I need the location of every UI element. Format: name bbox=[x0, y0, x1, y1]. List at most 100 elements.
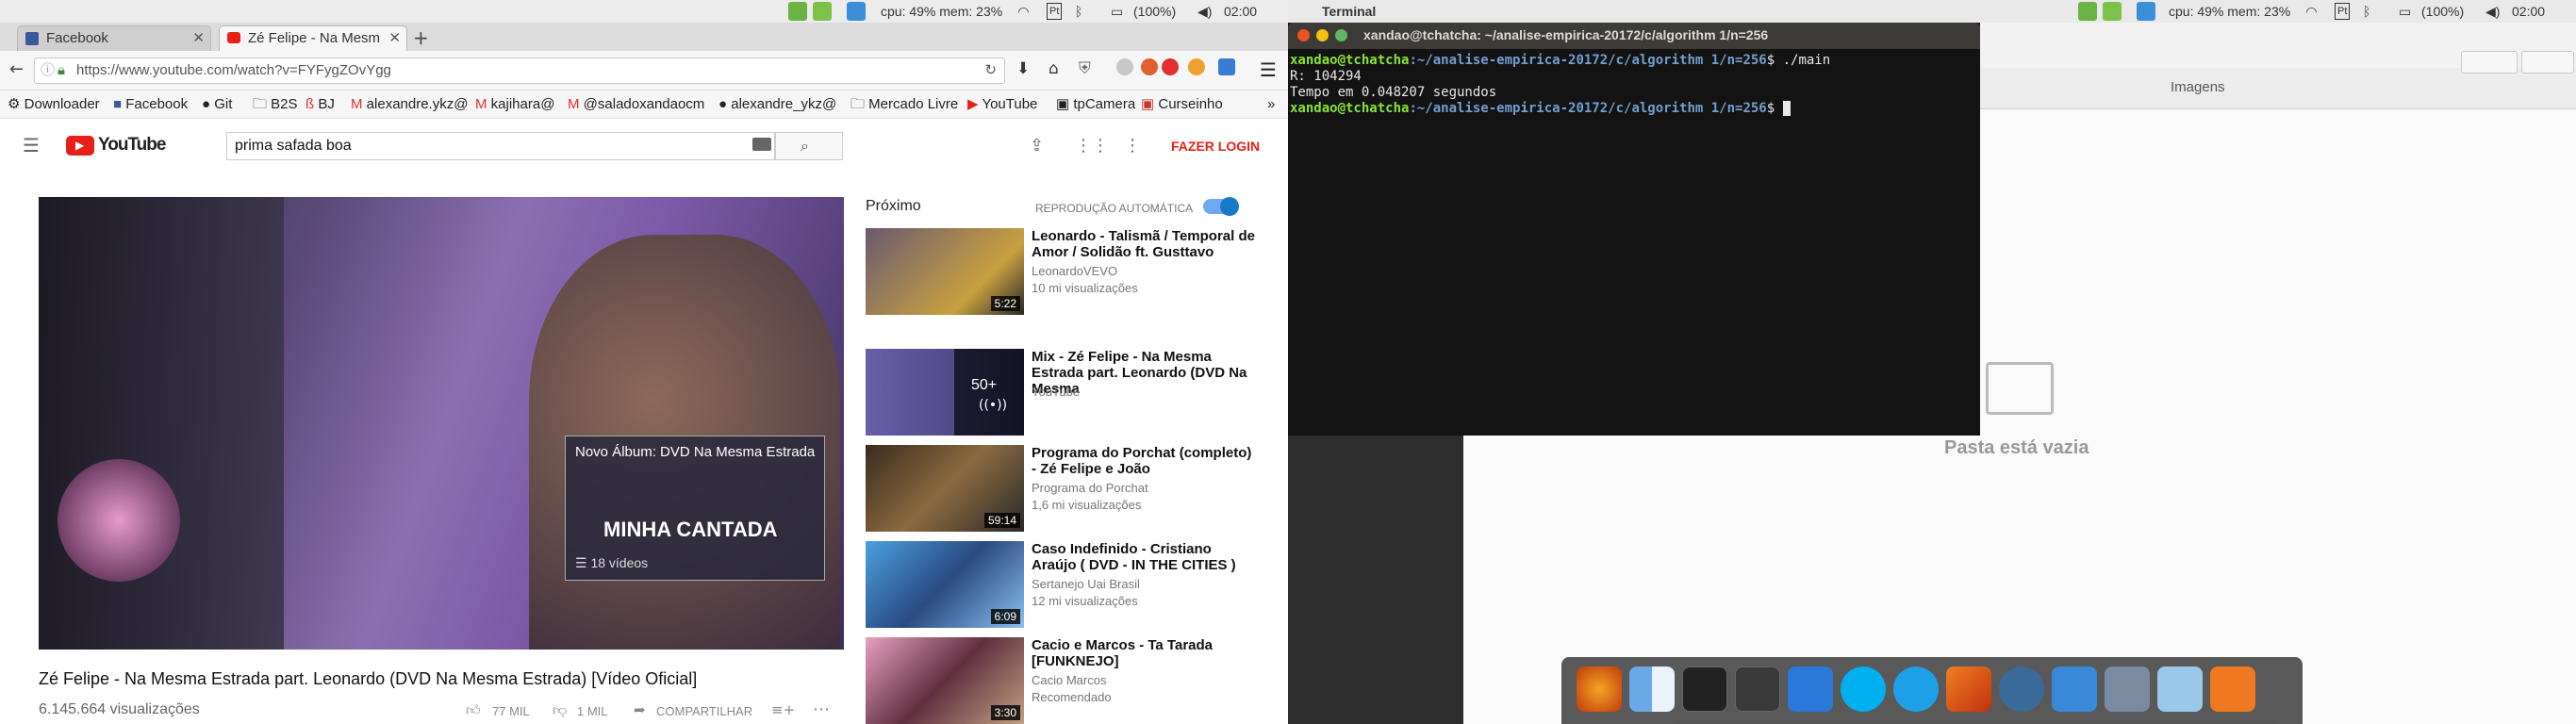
finder-icon[interactable] bbox=[1629, 666, 1675, 712]
dropbox-icon[interactable] bbox=[1788, 666, 1833, 712]
like-icon[interactable]: 👍︎ bbox=[466, 701, 481, 719]
info-icon[interactable]: ⓘ bbox=[41, 58, 55, 83]
keyboard-icon[interactable] bbox=[752, 138, 771, 151]
shield-icon[interactable]: ⛨ bbox=[1079, 59, 1091, 78]
video-thumbnail[interactable]: 50+ ((•)) bbox=[866, 349, 1024, 436]
search-button[interactable] bbox=[2461, 51, 2518, 74]
add-to-playlist-icon[interactable]: ≡+ bbox=[771, 701, 795, 718]
close-window-button[interactable] bbox=[1297, 29, 1310, 41]
extension-icon[interactable] bbox=[1188, 58, 1205, 75]
bluetooth-icon[interactable]: ᛒ bbox=[1075, 0, 1082, 23]
skype-icon[interactable] bbox=[1841, 666, 1886, 712]
indicator-icon[interactable] bbox=[788, 2, 807, 21]
apps-icon[interactable]: ⋮⋮ bbox=[1075, 136, 1109, 156]
firefox-icon[interactable] bbox=[1577, 666, 1622, 712]
search-button[interactable]: ⌕ bbox=[775, 132, 843, 160]
share-button[interactable]: COMPARTILHAR bbox=[656, 704, 752, 718]
bookmark-cursinho[interactable]: ▣ Curseinho bbox=[1141, 90, 1223, 119]
rec-title[interactable]: Programa do Porchat (completo) - Zé Feli… bbox=[1032, 445, 1258, 477]
tab-facebook[interactable]: Facebook ✕ bbox=[17, 25, 211, 51]
channel-watermark[interactable] bbox=[58, 459, 180, 582]
home-icon[interactable]: ⌂ bbox=[1049, 59, 1059, 78]
upload-icon[interactable]: ⇪ bbox=[1030, 136, 1044, 156]
recommendation-item[interactable]: 6:09 Caso Indefinido - Cristiano Araújo … bbox=[866, 541, 1262, 628]
playlist-endcard[interactable]: Novo Álbum: DVD Na Mesma Estrada MINHA C… bbox=[565, 436, 825, 581]
indicator-icon[interactable] bbox=[813, 2, 832, 21]
mysql-workbench-icon[interactable] bbox=[2052, 666, 2097, 712]
bookmark-bj[interactable]: ß BJ bbox=[305, 90, 335, 119]
recommendation-item[interactable]: 5:22 Leonardo - Talismã / Temporal de Am… bbox=[866, 228, 1262, 315]
bluetooth-icon[interactable]: ᛒ bbox=[2363, 0, 2370, 23]
battery-icon[interactable]: ▭ bbox=[1111, 0, 1123, 23]
clock[interactable]: 02:00 bbox=[1224, 0, 1257, 23]
bookmark-mercado[interactable]: 🗀 Mercado Livre bbox=[850, 90, 958, 119]
bookmark-tpcamera[interactable]: ▣ tpCamera bbox=[1056, 90, 1135, 119]
maximize-window-button[interactable] bbox=[1335, 29, 1347, 41]
volume-icon[interactable]: ◀) bbox=[1197, 0, 1212, 23]
video-thumbnail[interactable]: 5:22 bbox=[866, 228, 1024, 315]
video-thumbnail[interactable]: 59:14 bbox=[866, 445, 1024, 532]
battery-icon[interactable]: ▭ bbox=[2399, 0, 2411, 23]
bookmark-facebook[interactable]: ■ Facebook bbox=[113, 90, 188, 119]
wifi-icon[interactable]: ◜◝ bbox=[2306, 0, 2317, 23]
close-icon[interactable]: ✕ bbox=[388, 26, 401, 51]
indicator-icon[interactable] bbox=[2103, 2, 2122, 21]
indicator-icon[interactable] bbox=[847, 2, 866, 21]
image-viewer-icon[interactable] bbox=[2105, 666, 2150, 712]
search-input[interactable]: prima safada boa bbox=[226, 132, 775, 160]
bookmark-gmail[interactable]: M kajihara@ bbox=[475, 90, 554, 119]
menu-icon[interactable]: ☰ bbox=[23, 134, 40, 156]
bookmark-gmail[interactable]: M alexandre.ykz@ bbox=[351, 90, 468, 119]
bookmark-git[interactable]: ● Git bbox=[202, 90, 232, 119]
recommendation-item[interactable]: 59:14 Programa do Porchat (completo) - Z… bbox=[866, 445, 1262, 532]
autoplay-toggle[interactable] bbox=[1203, 197, 1239, 216]
keyboard-layout-icon[interactable]: Pt bbox=[2335, 3, 2351, 20]
download-icon[interactable]: ⬇ bbox=[1016, 59, 1030, 78]
network-icon[interactable] bbox=[2210, 666, 2255, 712]
bookmark-youtube[interactable]: ▶ YouTube bbox=[967, 90, 1037, 119]
extension-icon[interactable] bbox=[1218, 58, 1235, 75]
wifi-icon[interactable]: ◜◝ bbox=[1018, 0, 1029, 23]
extension-icon[interactable] bbox=[1162, 58, 1179, 75]
video-player[interactable]: Novo Álbum: DVD Na Mesma Estrada MINHA C… bbox=[39, 197, 844, 650]
close-icon[interactable]: ✕ bbox=[192, 26, 205, 51]
more-icon[interactable]: ⋯ bbox=[813, 699, 830, 719]
bookmark-b2s[interactable]: 🗀 B2S bbox=[253, 90, 298, 119]
share-icon[interactable]: ➦ bbox=[634, 701, 646, 718]
address-bar[interactable]: ⓘ 🔒︎ https://www.youtube.com/watch?v=FYF… bbox=[34, 58, 1005, 84]
terminal-window[interactable]: xandao@tchatcha: ~/analise-empirica-2017… bbox=[1288, 23, 1980, 436]
view-button[interactable] bbox=[2521, 51, 2574, 74]
keyboard-layout-icon[interactable]: Pt bbox=[1047, 3, 1063, 20]
tab-youtube[interactable]: Zé Felipe - Na Mesm ✕ bbox=[219, 25, 407, 51]
postgresql-icon[interactable] bbox=[1999, 666, 2044, 712]
extension-icon[interactable] bbox=[1141, 58, 1158, 75]
bookmarks-overflow[interactable]: » bbox=[1267, 90, 1275, 119]
matlab-icon[interactable] bbox=[1946, 666, 1991, 712]
minimize-window-button[interactable] bbox=[1316, 29, 1329, 41]
reload-icon[interactable]: ↻ bbox=[984, 58, 997, 83]
virtualbox-icon[interactable] bbox=[2157, 666, 2203, 712]
volume-icon[interactable]: ◀) bbox=[2485, 0, 2500, 23]
bookmark-gmail[interactable]: M @saladoxandaocm bbox=[568, 90, 704, 119]
code-editor-icon[interactable] bbox=[1735, 666, 1780, 712]
video-thumbnail[interactable]: 6:09 bbox=[866, 541, 1024, 628]
more-icon[interactable]: ⋮ bbox=[1124, 136, 1141, 156]
clock[interactable]: 02:00 bbox=[2512, 0, 2545, 23]
menu-icon[interactable]: ☰ bbox=[1260, 58, 1277, 81]
recommendation-item[interactable]: 50+ ((•)) Mix - Zé Felipe - Na Mesma Est… bbox=[866, 349, 1262, 436]
indicator-icon[interactable] bbox=[2078, 2, 2097, 21]
rec-title[interactable]: Leonardo - Talismã / Temporal de Amor / … bbox=[1032, 228, 1258, 260]
extension-icon[interactable] bbox=[1116, 58, 1133, 75]
bookmark-downloader[interactable]: ⚙ Downloader bbox=[8, 90, 100, 119]
teamviewer-icon[interactable] bbox=[1893, 666, 1939, 712]
terminal-output[interactable]: xandao@tchatcha:~/analise-empirica-20172… bbox=[1288, 49, 1980, 436]
recommendation-item[interactable]: 3:30 Cacio e Marcos - Ta Tarada [FUNKNEJ… bbox=[866, 637, 1262, 724]
terminal-icon[interactable] bbox=[1682, 666, 1727, 712]
dislike-icon[interactable]: 👎︎ bbox=[553, 701, 567, 719]
bookmark-gmail[interactable]: ● alexandre_ykz@ bbox=[718, 90, 836, 119]
tab-label[interactable]: Imagens bbox=[2171, 79, 2225, 95]
login-button[interactable]: FAZER LOGIN bbox=[1171, 139, 1260, 154]
terminal-titlebar[interactable]: xandao@tchatcha: ~/analise-empirica-2017… bbox=[1288, 23, 1980, 49]
rec-title[interactable]: Caso Indefinido - Cristiano Araújo ( DVD… bbox=[1032, 541, 1258, 573]
rec-title[interactable]: Cacio e Marcos - Ta Tarada [FUNKNEJO] bbox=[1032, 637, 1258, 669]
